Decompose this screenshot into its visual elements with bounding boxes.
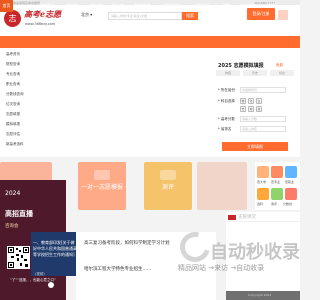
search-button[interactable]: 搜索 bbox=[182, 12, 198, 20]
nav-item-policy[interactable]: 政策 bbox=[222, 0, 230, 12]
quick-label: 查职业 bbox=[285, 180, 295, 184]
tab-history[interactable]: 历史 bbox=[243, 70, 267, 76]
score-label: * 高考分数 bbox=[218, 117, 235, 121]
quick-label: 测评 bbox=[271, 202, 278, 206]
live-title: 高招直播 bbox=[5, 210, 33, 218]
rank-input[interactable]: 请输入排名 bbox=[240, 126, 286, 132]
left-menu-item[interactable]: 新高考选科 bbox=[6, 142, 58, 151]
logo-url: www.366ezy.com bbox=[25, 22, 56, 26]
class-box-title: 志愿课堂 bbox=[238, 215, 256, 220]
subject-checkbox[interactable]: 地 bbox=[248, 106, 254, 112]
left-menu-item[interactable]: 模拟填报 bbox=[6, 122, 58, 131]
nav-item-home[interactable]: 首页 bbox=[0, 0, 13, 12]
subject-checkbox[interactable]: 史 bbox=[240, 106, 246, 112]
card-label: 测评 bbox=[161, 184, 174, 191]
search-input[interactable]: 请输入学校/专业/职业/文章 bbox=[108, 12, 182, 20]
logo-icon[interactable]: 志 bbox=[4, 10, 21, 27]
chat-icon bbox=[94, 170, 110, 180]
nav-item-member[interactable]: 会员 bbox=[268, 0, 276, 12]
main-nav bbox=[0, 36, 300, 48]
panel-tabs: 物理 历史 综合 bbox=[216, 70, 296, 76]
news-item[interactable]: 高三复习备考阶段，如何科学制定学习计划 bbox=[84, 240, 170, 246]
left-menu-item[interactable]: 位次查询 bbox=[6, 102, 58, 111]
promo-card[interactable] bbox=[197, 162, 247, 210]
panel-title: 2025 志愿模拟填报 bbox=[218, 63, 264, 69]
quick-label: 分数线 bbox=[283, 202, 293, 206]
quick-label: 查专业 bbox=[271, 180, 281, 184]
university-icon[interactable] bbox=[257, 166, 269, 178]
career-icon[interactable] bbox=[285, 166, 297, 178]
watermark-title: 自动秒收录 bbox=[210, 242, 300, 263]
video-bubble: (视频) bbox=[35, 272, 45, 276]
footer-copyright: Copyright 2024 bbox=[248, 293, 272, 297]
tab-physics[interactable]: 物理 bbox=[216, 70, 240, 76]
left-menu-item[interactable]: 志愿填报 bbox=[6, 112, 58, 121]
user-icon[interactable] bbox=[278, 10, 288, 20]
nav-item-colleges[interactable]: 院校库 bbox=[66, 0, 78, 12]
hero-banner[interactable] bbox=[64, 48, 213, 157]
submit-button[interactable]: 立即填报 bbox=[222, 142, 288, 151]
nav-item-apply[interactable]: 志愿填报 bbox=[194, 0, 210, 12]
province-select[interactable]: 请选择省份 bbox=[240, 87, 286, 93]
subject-select-icon[interactable] bbox=[257, 188, 269, 200]
left-menu-item[interactable]: 专业查询 bbox=[6, 72, 58, 81]
nav-item-news[interactable]: 高考资讯 bbox=[38, 0, 54, 12]
subject-checkbox[interactable]: 化 bbox=[248, 98, 254, 104]
live-year: 2024 bbox=[5, 190, 21, 197]
play-icon[interactable] bbox=[48, 282, 54, 288]
promo-card-assessment[interactable]: 测评 bbox=[144, 162, 192, 210]
major-icon[interactable] bbox=[271, 166, 283, 178]
promo-card-one-on-one[interactable]: 一对一志愿模报 bbox=[78, 162, 126, 210]
test-icon[interactable] bbox=[271, 188, 283, 200]
watermark-subtitle: 精品网站 →来访 →自动收录 bbox=[178, 264, 265, 272]
left-menu-item[interactable]: 职业查询 bbox=[6, 82, 58, 91]
city-selector[interactable]: 北京 ▾ bbox=[81, 12, 92, 18]
nav-item-data[interactable]: 数据查询 bbox=[134, 0, 150, 12]
nav-item-simulate[interactable]: 模拟填报 bbox=[164, 0, 180, 12]
left-menu-item[interactable]: 院校查询 bbox=[6, 62, 58, 71]
quick-label: 选科 bbox=[257, 202, 264, 206]
subject-label: * 科目选择 bbox=[218, 99, 235, 103]
city-label: 北京 bbox=[81, 12, 89, 17]
province-label: * 所在省份 bbox=[218, 88, 235, 92]
card-label: 一对一志愿模报 bbox=[80, 184, 123, 191]
left-menu-item[interactable]: 志愿评估 bbox=[6, 132, 58, 141]
subject-checkbox[interactable]: 政 bbox=[256, 106, 262, 112]
subject-checkbox[interactable]: 物 bbox=[240, 98, 246, 104]
left-menu-item[interactable]: 分数线查询 bbox=[6, 92, 58, 101]
news-item[interactable]: 哈尔滨工程大学特色专业招生…… bbox=[84, 266, 152, 272]
rank-label: * 省排名 bbox=[218, 127, 232, 131]
score-input[interactable]: 请输入分数 bbox=[240, 116, 286, 122]
subject-checkbox[interactable]: 生 bbox=[256, 98, 262, 104]
chart-icon bbox=[160, 170, 176, 180]
nav-item-qa[interactable]: 在线问答 bbox=[240, 0, 256, 12]
tab-combined[interactable]: 综合 bbox=[270, 70, 294, 76]
left-menu-item[interactable]: 高考资讯 bbox=[6, 52, 58, 61]
nav-item-majors[interactable]: 专业库 bbox=[90, 0, 102, 12]
nav-item-careers[interactable]: 职业库 bbox=[112, 0, 124, 12]
video-caption: 一、教育部印发[关于做好中华人民共和国普通高等学校招生工作的通知] bbox=[33, 240, 77, 257]
quick-label: 查大学 bbox=[257, 180, 267, 184]
section-marker-icon bbox=[228, 215, 236, 220]
panel-tag: 免费 bbox=[276, 63, 283, 67]
score-line-icon[interactable] bbox=[285, 188, 297, 200]
qr-code bbox=[7, 246, 30, 269]
live-subtitle: 咨询会 bbox=[5, 224, 19, 229]
